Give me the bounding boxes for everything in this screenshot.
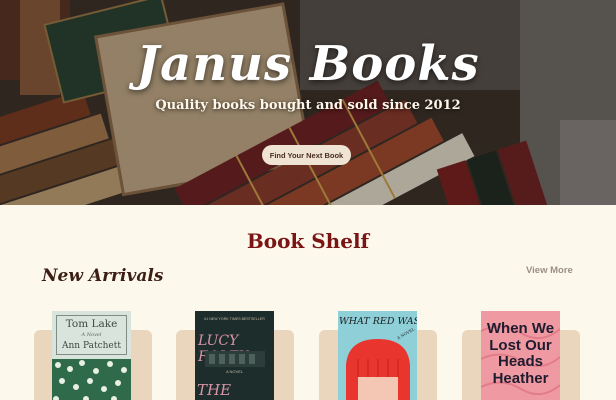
book-title: Tom Lake	[65, 318, 118, 330]
book-shelf-heading: Book Shelf	[246, 229, 370, 253]
building-illustration	[205, 351, 265, 367]
book-cover-what-red-was[interactable]: WHAT RED WAS A NOVEL	[338, 311, 417, 400]
site-tagline: Quality books bought and sold since 2012	[155, 98, 461, 113]
view-more-link[interactable]: View More	[526, 265, 573, 276]
meadow-illustration	[52, 359, 131, 400]
book-title: When We Lost Our Heads Heather	[486, 320, 555, 387]
book-subtitle: A Novel	[81, 332, 102, 338]
bestseller-banner: #1 NEW YORK TIMES BESTSELLER	[204, 317, 265, 321]
book-author: Ann Patchett	[62, 341, 121, 351]
book-cover-the-paris[interactable]: #1 NEW YORK TIMES BESTSELLER LUCY FOLEY …	[195, 311, 274, 400]
book-title: WHAT RED WAS	[339, 316, 417, 327]
find-your-next-book-button[interactable]: Find Your Next Book	[262, 145, 351, 165]
hero-banner: Janus Books Quality books bought and sol…	[0, 0, 616, 205]
book-subtitle: A NOVEL	[225, 369, 244, 374]
new-arrivals-heading: New Arrivals	[42, 266, 164, 286]
site-title: Janus Books	[136, 36, 480, 92]
book-cover-when-we-lost-our-heads[interactable]: When We Lost Our Heads Heather	[481, 311, 560, 400]
red-hair-portrait	[346, 339, 410, 400]
book-cover-tom-lake[interactable]: Tom Lake A Novel Ann Patchett	[52, 311, 131, 400]
book-title: THE PARIS	[197, 381, 244, 400]
